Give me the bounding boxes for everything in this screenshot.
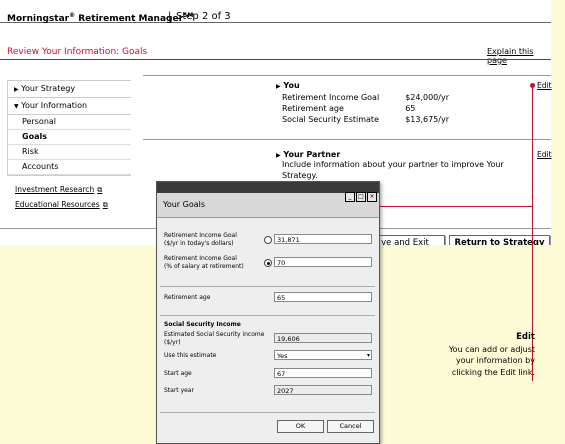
explain-page-link[interactable]: Explain this page — [487, 47, 551, 65]
you-heading: You — [283, 81, 300, 90]
income-goal-percent-label: Retirement Income Goal (% of salary at re… — [164, 255, 244, 270]
start-age-field[interactable]: 67 — [274, 368, 372, 378]
callout-dot — [530, 83, 535, 88]
partner-section: ▶ Your Partner Include information about… — [276, 150, 526, 181]
dialog-titlebar: _ □ × — [157, 182, 379, 202]
sidebar-links: Investment Research ⧉ Educational Resourc… — [15, 185, 108, 215]
external-link-icon: ⧉ — [102, 201, 108, 209]
app-name: Morningstar® Retirement ManagerSM — [7, 12, 194, 24]
sidebar-item-personal[interactable]: Personal — [8, 115, 131, 130]
income-goal-dollars-field[interactable]: 31,871 — [274, 234, 372, 244]
ok-button[interactable]: OK — [277, 420, 324, 433]
use-estimate-label: Use this estimate — [164, 352, 217, 359]
edit-you-link[interactable]: Edit — [537, 81, 552, 90]
sidebar-item-goals[interactable]: Goals — [8, 130, 131, 145]
close-icon[interactable]: × — [367, 192, 377, 202]
edit-callout: Edit You can add or adjust your informat… — [449, 332, 535, 378]
sidebar: ▶ Your Strategy ▼ Your Information Perso… — [7, 80, 131, 176]
income-goal-percent-field[interactable]: 70 — [274, 257, 372, 267]
dialog-divider — [160, 286, 375, 287]
sidebar-item-risk[interactable]: Risk — [8, 145, 131, 160]
use-estimate-select[interactable]: Yes — [274, 350, 372, 361]
callout-line-1: You can add or adjust — [448, 344, 535, 354]
income-goal-percent-radio[interactable] — [264, 259, 272, 267]
cancel-button[interactable]: Cancel — [327, 420, 374, 433]
triangle-down-icon: ▼ — [14, 103, 19, 110]
your-goals-dialog: _ □ × Your Goals Retirement Income Goal ($/… — [156, 181, 380, 444]
external-link-icon: ⧉ — [97, 186, 103, 194]
sidebar-item-accounts[interactable]: Accounts — [8, 160, 131, 175]
edit-partner-link[interactable]: Edit — [537, 150, 552, 159]
maximize-icon[interactable]: □ — [356, 192, 366, 202]
income-goal-dollars-label: Retirement Income Goal ($/yr in today's d… — [164, 232, 237, 247]
minimize-icon[interactable]: _ — [345, 192, 355, 202]
income-goal-dollars-radio[interactable] — [264, 236, 272, 244]
you-section: ▶ You Retirement Income Goal $24,000/yr R… — [276, 81, 449, 125]
step-indicator: Step 2 of 3 — [176, 11, 231, 22]
dialog-divider — [160, 412, 375, 413]
header-bar: Morningstar® Retirement ManagerSM | Step… — [0, 0, 551, 24]
callout-line-3: clicking the Edit link. — [451, 367, 535, 377]
header-separator: | — [168, 11, 172, 22]
table-row: Retirement Income Goal $24,000/yr — [282, 93, 449, 102]
triangle-right-icon: ▶ — [276, 83, 281, 90]
callout-line-2: your information by — [455, 356, 535, 365]
triangle-right-icon: ▶ — [14, 86, 19, 93]
table-row: Retirement age 65 — [282, 104, 416, 113]
partner-description: Include information about your partner t… — [282, 160, 504, 180]
title-divider — [0, 59, 551, 60]
start-age-label: Start age — [164, 370, 192, 377]
table-row: Social Security Estimate $13,675/yr — [282, 115, 449, 124]
callout-line — [364, 206, 533, 207]
investment-research-link[interactable]: Investment Research ⧉ — [15, 185, 108, 195]
you-summary-table: Retirement Income Goal $24,000/yr Retirem… — [282, 92, 449, 125]
return-to-strategy-button[interactable]: Return to Strategy — [449, 235, 550, 252]
ss-estimate-field: 19,606 — [274, 333, 372, 343]
ss-estimate-label: Estimated Social Security income ($/yr) — [164, 331, 265, 346]
dialog-divider — [160, 315, 375, 316]
sidebar-item-your-information[interactable]: ▼ Your Information — [8, 98, 131, 115]
start-year-field: 2027 — [274, 385, 372, 395]
retirement-age-field[interactable]: 65 — [274, 292, 372, 302]
partner-heading: Your Partner — [283, 150, 341, 159]
divider — [143, 139, 551, 140]
callout-heading: Edit — [516, 332, 535, 342]
sidebar-item-your-strategy[interactable]: ▶ Your Strategy — [8, 81, 131, 98]
social-security-heading: Social Security Income — [164, 321, 241, 328]
educational-resources-link[interactable]: Educational Resources ⧉ — [15, 200, 108, 210]
retirement-age-label: Retirement age — [164, 294, 211, 301]
triangle-right-icon: ▶ — [276, 152, 281, 159]
start-year-label: Start year — [164, 387, 194, 394]
page-title: Review Your Information: Goals — [7, 47, 148, 57]
divider — [143, 75, 551, 76]
